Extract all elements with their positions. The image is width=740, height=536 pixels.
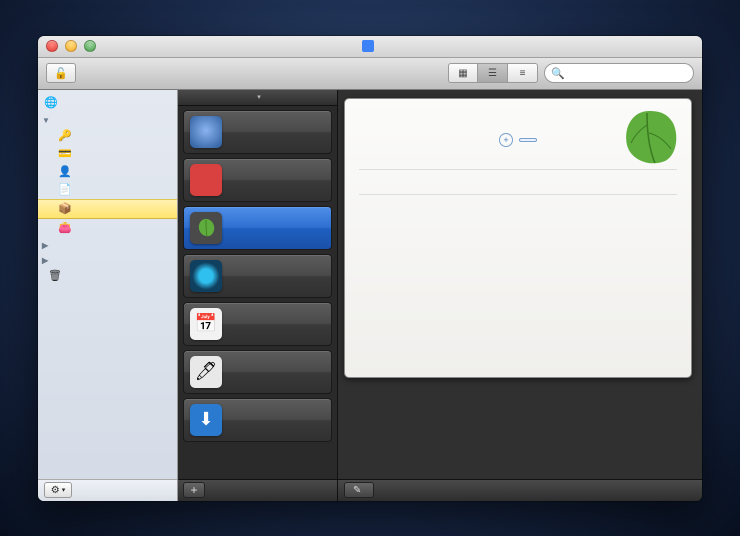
item-list-pane: ▾	[178, 90, 338, 501]
search-input[interactable]	[569, 67, 687, 79]
toolbar: 🔓 ▦ ☰ ≡ 🔍	[38, 58, 702, 90]
list-item[interactable]	[183, 254, 332, 298]
disclosure-right-icon: ▶	[42, 256, 48, 265]
sidebar-item-software[interactable]: 📦	[38, 199, 177, 219]
chevron-down-icon: ▾	[257, 93, 261, 101]
app-icon-knox: 📅	[190, 308, 222, 340]
tag-pill[interactable]	[519, 138, 537, 142]
list-item[interactable]: 📅	[183, 302, 332, 346]
divider	[359, 194, 677, 195]
app-window: 🔓 ▦ ☰ ≡ 🔍 🌐 ▼	[38, 36, 702, 501]
list-header[interactable]: ▾	[178, 90, 337, 106]
content-body: 🌐 ▼ 🔑 💳 👤	[38, 90, 702, 501]
add-item-button[interactable]: +	[183, 482, 205, 498]
list-item[interactable]: 🖊	[183, 350, 332, 394]
grid-icon: ▦	[458, 68, 467, 79]
columns-icon: ≡	[520, 68, 526, 79]
key-icon: 🔑	[58, 129, 72, 143]
gear-icon: ⚙	[51, 485, 60, 496]
leaf-icon	[617, 105, 681, 169]
list-item[interactable]	[183, 158, 332, 202]
disclosure-down-icon: ▼	[42, 116, 50, 125]
list-footer: +	[178, 479, 337, 501]
app-icon-leap: ⬇	[190, 404, 222, 436]
detail-footer: ✎	[338, 479, 702, 501]
sidebar-item-secure-notes[interactable]: 📄	[38, 181, 177, 199]
app-icon-layers: 🖊	[190, 356, 222, 388]
item-list: 📅 🖊 ⬇	[178, 106, 337, 479]
search-icon: 🔍	[551, 67, 565, 80]
wallet-icon: 👛	[58, 221, 72, 235]
note-icon: 📄	[58, 183, 72, 197]
view-grid-button[interactable]: ▦	[448, 63, 478, 83]
list-item-selected[interactable]	[183, 206, 332, 250]
unlock-icon: 🔓	[54, 67, 68, 80]
tag-add-icon[interactable]: +	[499, 133, 513, 147]
search-field[interactable]: 🔍	[544, 63, 694, 83]
edit-button[interactable]: ✎	[344, 482, 374, 498]
view-columns-button[interactable]: ≡	[508, 63, 538, 83]
list-item[interactable]: ⬇	[183, 398, 332, 442]
sidebar: 🌐 ▼ 🔑 💳 👤	[38, 90, 178, 501]
detail-card: +	[344, 98, 692, 378]
list-item[interactable]	[183, 110, 332, 154]
plus-icon: +	[190, 483, 197, 497]
box-icon: 📦	[58, 202, 72, 216]
chevron-down-icon: ▾	[62, 486, 66, 494]
sidebar-item-identities[interactable]: 👤	[38, 163, 177, 181]
detail-pane: +	[338, 90, 702, 501]
app-icon-daisydisk	[190, 260, 222, 292]
sidebar-browser-extensions[interactable]: 🌐	[38, 94, 177, 112]
sidebar-footer: ⚙▾	[38, 479, 177, 501]
titlebar	[38, 36, 702, 58]
sidebar-item-accounts[interactable]: 💳	[38, 145, 177, 163]
trash-icon: 🗑	[48, 269, 62, 283]
view-segmented-control: ▦ ☰ ≡	[448, 63, 538, 83]
app-icon-coda	[190, 212, 222, 244]
sidebar-item-logins[interactable]: 🔑	[38, 127, 177, 145]
globe-icon: 🌐	[44, 96, 58, 110]
pencil-icon: ✎	[353, 485, 361, 496]
card-icon: 💳	[58, 147, 72, 161]
window-title	[38, 40, 702, 52]
lock-button[interactable]: 🔓	[46, 63, 76, 83]
sidebar-group-tags[interactable]: ▶	[38, 252, 177, 267]
app-icon-candybar	[190, 164, 222, 196]
view-list-button[interactable]: ☰	[478, 63, 508, 83]
disclosure-right-icon: ▶	[42, 241, 48, 250]
list-icon: ☰	[488, 68, 497, 79]
person-icon: 👤	[58, 165, 72, 179]
sidebar-group-vault[interactable]: ▼	[38, 112, 177, 127]
divider	[359, 169, 677, 170]
sidebar-item-trash[interactable]: 🗑	[38, 267, 177, 285]
app-icon	[362, 40, 374, 52]
sidebar-group-folders[interactable]: ▶	[38, 237, 177, 252]
gear-menu-button[interactable]: ⚙▾	[44, 482, 72, 498]
sidebar-item-wallet[interactable]: 👛	[38, 219, 177, 237]
app-icon-1password	[190, 116, 222, 148]
